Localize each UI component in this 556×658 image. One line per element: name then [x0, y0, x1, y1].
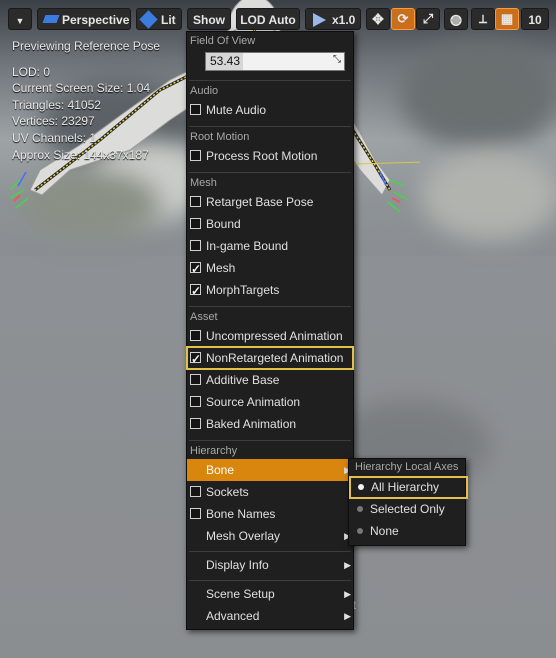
asset-header: Asset: [190, 311, 218, 323]
nonretargeted-animation-checkbox[interactable]: [190, 348, 201, 370]
separator: [189, 551, 351, 552]
perspective-icon: [42, 15, 60, 23]
lit-sphere-icon: [139, 10, 158, 29]
translate-mode-button[interactable]: ✥: [366, 8, 390, 30]
baked-animation-checkbox[interactable]: [190, 418, 201, 429]
sockets-checkbox[interactable]: [190, 486, 201, 497]
additive-base-checkbox[interactable]: [190, 374, 201, 385]
separator: [189, 126, 351, 127]
submenu-arrow-icon: ▶: [344, 611, 351, 621]
uncompressed-animation-item[interactable]: Uncompressed Animation: [187, 325, 353, 347]
separator: [189, 80, 351, 81]
baked-animation-item[interactable]: Baked Animation: [187, 413, 353, 435]
mute-audio-item[interactable]: Mute Audio: [187, 99, 353, 121]
advanced-item[interactable]: Advanced ▶: [187, 605, 353, 627]
mesh-header: Mesh: [190, 177, 217, 189]
show-button[interactable]: Show: [187, 8, 231, 30]
mute-audio-checkbox[interactable]: [190, 104, 201, 115]
bone-names-checkbox[interactable]: [190, 508, 201, 519]
preview-info: Previewing Reference Pose LOD: 0 Current…: [12, 38, 160, 163]
display-info-item[interactable]: Display Info ▶: [187, 554, 353, 576]
ingame-bound-checkbox[interactable]: [190, 240, 201, 251]
screen-size-info: Current Screen Size: 1.04: [12, 81, 151, 96]
process-root-motion-checkbox[interactable]: [190, 150, 201, 161]
play-icon: [313, 13, 326, 27]
sockets-item[interactable]: Sockets: [187, 481, 353, 503]
source-animation-checkbox[interactable]: [190, 396, 201, 407]
hierarchy-local-axes-submenu: Hierarchy Local Axes All Hierarchy Selec…: [348, 458, 468, 546]
hierarchy-header: Hierarchy: [190, 445, 238, 457]
none-option[interactable]: None: [349, 521, 465, 542]
separator: [189, 440, 351, 441]
all-hierarchy-option[interactable]: All Hierarchy: [349, 476, 468, 499]
scale-icon: ⤢: [422, 11, 434, 26]
preview-title: Previewing Reference Pose: [12, 39, 161, 53]
mesh-checkbox[interactable]: [190, 258, 201, 280]
separator: [189, 172, 351, 173]
uv-channels-info: UV Channels: 1: [12, 130, 97, 145]
grid-size-button[interactable]: 10: [521, 8, 549, 30]
separator: [189, 580, 351, 581]
bound-item[interactable]: Bound: [187, 213, 353, 235]
morph-targets-item[interactable]: MorphTargets: [187, 279, 353, 302]
move-icon: ✥: [372, 11, 384, 27]
process-root-motion-item[interactable]: Process Root Motion: [187, 145, 353, 167]
scene-setup-item[interactable]: Scene Setup ▶: [187, 583, 353, 605]
grid-icon: ▦: [500, 11, 514, 26]
radio-selected-icon: [358, 484, 364, 490]
rotate-icon: ⟳: [397, 11, 409, 26]
lit-button[interactable]: Lit: [136, 8, 182, 30]
separator: [189, 306, 351, 307]
fov-input[interactable]: 53.43 ⤡: [205, 52, 345, 71]
snap-icon: ⟂: [478, 12, 487, 26]
radio-icon: [357, 506, 363, 512]
rotate-mode-button[interactable]: ⟳: [391, 8, 415, 30]
show-menu: Field Of View 53.43 ⤡ Audio Mute Audio R…: [186, 31, 354, 630]
additive-base-item[interactable]: Additive Base: [187, 369, 353, 391]
chevron-down-icon: ▼: [15, 16, 25, 26]
submenu-arrow-icon: ▶: [344, 560, 351, 570]
audio-header: Audio: [190, 85, 219, 97]
triangles-info: Triangles: 41052: [12, 97, 101, 112]
lod-button[interactable]: LOD Auto: [236, 8, 300, 30]
morph-targets-checkbox[interactable]: [190, 280, 201, 302]
surface-snap-button[interactable]: ⟂: [471, 8, 495, 30]
uncompressed-animation-checkbox[interactable]: [190, 330, 201, 341]
lod-info: LOD: 0: [12, 64, 51, 79]
ingame-bound-item[interactable]: In-game Bound: [187, 235, 353, 257]
fov-header: Field Of View: [190, 35, 256, 47]
mesh-overlay-item[interactable]: Mesh Overlay ▶: [187, 525, 353, 547]
source-animation-item[interactable]: Source Animation: [187, 391, 353, 413]
retarget-base-pose-checkbox[interactable]: [190, 196, 201, 207]
bone-names-item[interactable]: Bone Names: [187, 503, 353, 525]
scale-mode-button[interactable]: ⤢: [416, 8, 440, 30]
vertices-info: Vertices: 23297: [12, 114, 95, 129]
radio-icon: [357, 528, 363, 534]
bone-item[interactable]: Bone ▶: [187, 459, 353, 481]
bound-checkbox[interactable]: [190, 218, 201, 229]
resize-icon: ⤡: [333, 54, 341, 65]
mesh-item[interactable]: Mesh: [187, 257, 353, 280]
root-motion-header: Root Motion: [190, 131, 250, 143]
globe-icon: ◍: [449, 11, 463, 27]
grid-snap-button[interactable]: ▦: [495, 8, 519, 30]
fov-value: 53.43: [210, 54, 241, 68]
world-local-button[interactable]: ◍: [444, 8, 468, 30]
perspective-button[interactable]: Perspective: [37, 8, 131, 30]
retarget-base-pose-item[interactable]: Retarget Base Pose: [187, 191, 353, 213]
approx-size-info: Approx Size: 144x37x187: [12, 147, 149, 162]
submenu-arrow-icon: ▶: [344, 589, 351, 599]
options-dropdown-button[interactable]: ▼: [8, 8, 32, 30]
submenu-header: Hierarchy Local Axes: [355, 461, 459, 473]
selected-only-option[interactable]: Selected Only: [349, 499, 465, 520]
nonretargeted-animation-item[interactable]: NonRetargeted Animation: [186, 346, 354, 370]
playback-speed-button[interactable]: x1.0: [305, 8, 361, 30]
